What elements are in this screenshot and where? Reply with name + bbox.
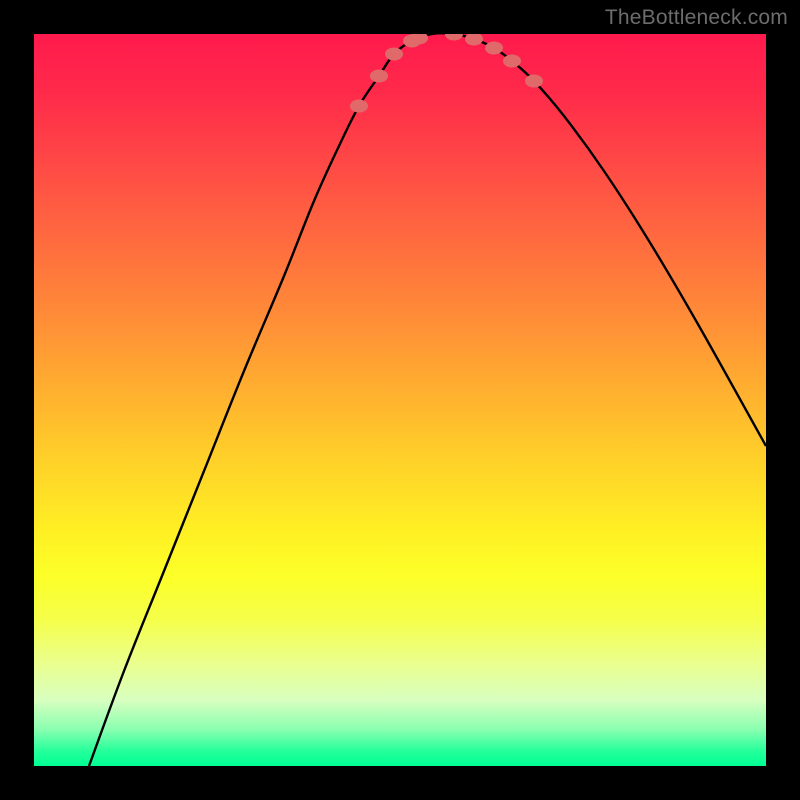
plot-area — [34, 34, 766, 766]
watermark-text: TheBottleneck.com — [605, 6, 788, 30]
marker-dot — [525, 75, 543, 88]
curve-markers — [350, 34, 543, 113]
marker-dot — [350, 100, 368, 113]
chart-frame: TheBottleneck.com — [0, 0, 800, 800]
bottleneck-curve — [89, 34, 766, 766]
curve-layer — [34, 34, 766, 766]
marker-dot — [385, 48, 403, 61]
marker-dot — [503, 55, 521, 68]
marker-dot — [465, 34, 483, 46]
marker-dot — [370, 70, 388, 83]
marker-dot — [485, 42, 503, 55]
marker-dot — [445, 34, 463, 41]
